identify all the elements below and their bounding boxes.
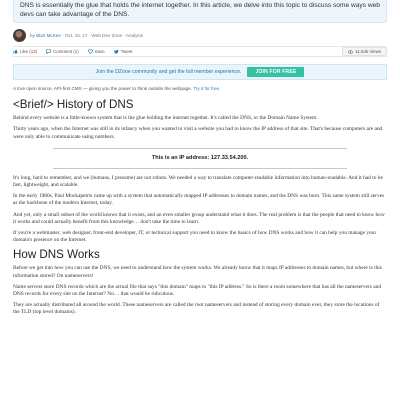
- article-actions: Like (13) Comment (1) Save Tweet 11.54k …: [13, 46, 387, 58]
- article-meta: by Blair McKee · Oct. 15, 17 · Web Dev Z…: [13, 28, 387, 42]
- save-label: Save: [94, 49, 105, 55]
- tweet-label: Tweet: [120, 49, 133, 55]
- save-button[interactable]: Save: [87, 49, 105, 55]
- paragraph: If you're a webmaster, web designer, fro…: [13, 230, 377, 244]
- paragraph: And yet, only a small subset of the worl…: [13, 211, 385, 225]
- article-summary: DNS is essentially the glue that holds t…: [13, 0, 387, 24]
- twitter-icon: [113, 50, 119, 54]
- tweet-button[interactable]: Tweet: [113, 49, 133, 55]
- paragraph: Thirty years ago, when the Internet was …: [13, 126, 383, 140]
- paragraph: Behind every website is a little-known s…: [13, 115, 318, 122]
- paragraph: In the early 1980s, Paul Mockapetris cam…: [13, 193, 385, 207]
- thumbs-up-icon: [13, 49, 18, 54]
- heart-icon: [87, 49, 93, 55]
- like-button[interactable]: Like (13): [13, 49, 37, 54]
- join-banner: Join the DZone community and get the ful…: [13, 64, 387, 81]
- promo-link[interactable]: Try it for free.: [193, 86, 220, 91]
- author-link[interactable]: Blair McKee: [36, 33, 61, 38]
- comment-label: Comment (1): [53, 49, 79, 55]
- paragraph: Before we get into how you can use the D…: [13, 265, 382, 279]
- meta-by: by: [30, 32, 35, 38]
- article-page: DNS is essentially the glue that holds t…: [0, 0, 400, 399]
- promo-line: A true open source, API-first CMS — givi…: [13, 86, 387, 91]
- comment-icon: [46, 49, 51, 55]
- avatar[interactable]: [13, 28, 26, 42]
- views-label: 11.54k Views: [355, 49, 381, 55]
- meta-text: by Blair McKee · Oct. 15, 17 · Web Dev Z…: [30, 33, 143, 38]
- section-heading-how-dns-works: How DNS Works: [13, 248, 100, 262]
- ip-address-text: This is an IP address: 127.33.54.200.: [151, 154, 249, 161]
- paragraph: Name servers store DNS records which are…: [13, 283, 382, 298]
- join-button[interactable]: JOIN FOR FREE: [247, 67, 305, 78]
- like-label: Like (13): [20, 49, 38, 55]
- divider: [53, 167, 347, 169]
- section-heading-history: <Brief/> History of DNS: [13, 98, 134, 112]
- paragraph: They are actually distributed all around…: [13, 302, 380, 316]
- comment-button[interactable]: Comment (1): [46, 49, 79, 55]
- paragraph: It's long, hard to remember, and we (hum…: [13, 174, 383, 188]
- views-badge: 11.54k Views: [342, 47, 387, 57]
- eye-icon: [348, 49, 354, 54]
- ip-address-callout: This is an IP address: 127.33.54.200.: [13, 147, 387, 169]
- meta-details: · Oct. 15, 17 · Web Dev Zone · Analysis: [62, 32, 144, 38]
- promo-text: A true open source, API-first CMS — givi…: [13, 86, 192, 92]
- join-text: Join the DZone community and get the ful…: [95, 69, 242, 76]
